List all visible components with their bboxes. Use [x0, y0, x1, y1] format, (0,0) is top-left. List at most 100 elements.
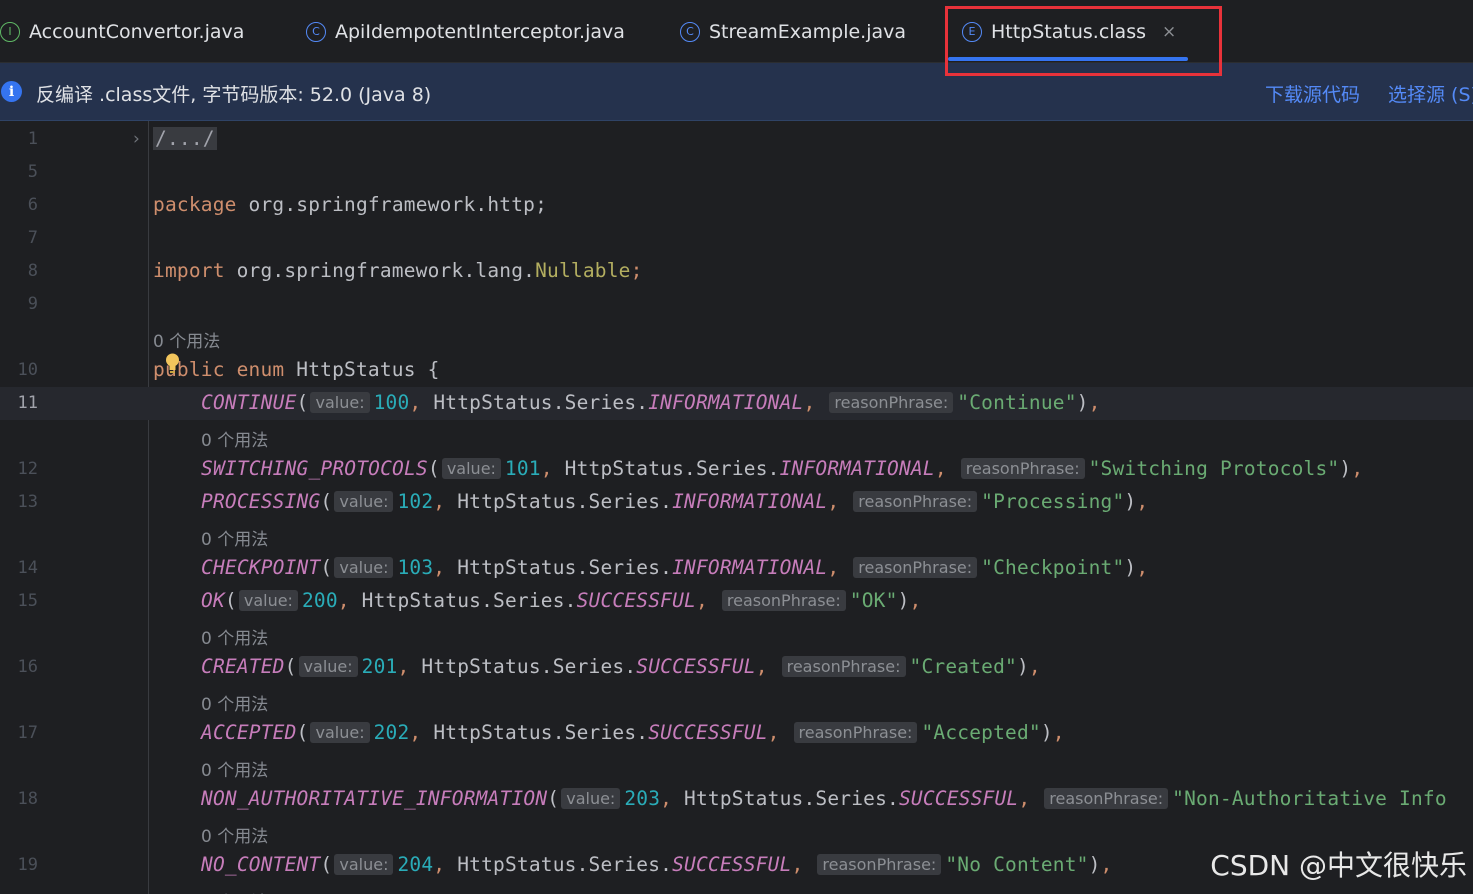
usage-hint[interactable]: 0 个用法 [201, 426, 268, 451]
enum-declaration: HttpStatus { [284, 358, 440, 381]
interface-icon: I [0, 21, 20, 42]
usage-hint-row: 0 个用法 [0, 684, 1473, 717]
close-icon[interactable]: × [1162, 22, 1176, 42]
editor-tab-bar: I AccountConvertor.java C ApiIdempotentI… [0, 0, 1473, 63]
line-number: 17 [17, 723, 38, 743]
tab-label: AccountConvertor.java [29, 20, 245, 43]
usage-hint[interactable]: 0 个用法 [201, 888, 268, 894]
code-line: 13 PROCESSING(value: 102, HttpStatus.Seri… [0, 486, 1473, 519]
code-line: 6 package org.springframework.http; [0, 189, 1473, 222]
folded-region[interactable]: /.../ [153, 127, 217, 150]
tab-stream-example[interactable]: C StreamExample.java [680, 0, 906, 63]
tab-http-status[interactable]: E HttpStatus.class × [962, 0, 1176, 63]
code-line: 18 NON_AUTHORITATIVE_INFORMATION(value: 2… [0, 783, 1473, 816]
code-line: 16 CREATED(value: 201, HttpStatus.Series.… [0, 651, 1473, 684]
choose-source-link[interactable]: 选择源 (S) [1388, 80, 1473, 107]
parameter-hint: reasonPhrase: [960, 458, 1085, 479]
code-line: 10 public enum HttpStatus { [0, 354, 1473, 387]
line-number: 13 [17, 492, 38, 512]
line-number: 8 [27, 261, 38, 281]
parameter-hint: value: [298, 656, 358, 677]
import-class: Nullable [535, 259, 631, 282]
tab-label: ApiIdempotentInterceptor.java [335, 20, 625, 43]
line-number: 18 [17, 789, 38, 809]
enum-entry: NO_CONTENT(value: 204, HttpStatus.Series.… [201, 853, 1113, 876]
code-line: 14 CHECKPOINT(value: 103, HttpStatus.Seri… [0, 552, 1473, 585]
enum-entry: CONTINUE(value: 100, HttpStatus.Series.IN… [201, 391, 1101, 414]
keyword: package [153, 193, 237, 216]
enum-entry: CHECKPOINT(value: 103, HttpStatus.Series.… [201, 556, 1149, 579]
tab-api-idempotent-interceptor[interactable]: C ApiIdempotentInterceptor.java [306, 0, 625, 63]
usage-hint[interactable]: 0 个用法 [201, 624, 268, 649]
parameter-hint: reasonPhrase: [829, 392, 954, 413]
parameter-hint: reasonPhrase: [781, 656, 906, 677]
code-line: 9 [0, 288, 1473, 321]
line-number: 10 [17, 360, 38, 380]
code-line-current: 11 CONTINUE(value: 100, HttpStatus.Series… [0, 387, 1473, 420]
usage-hint-row: 0 个用法 [0, 750, 1473, 783]
parameter-hint: reasonPhrase: [793, 722, 918, 743]
line-number: 5 [27, 162, 38, 182]
tab-label: StreamExample.java [709, 20, 907, 43]
lightbulb-icon[interactable] [165, 353, 180, 375]
line-number: 7 [27, 228, 38, 248]
class-icon: C [306, 21, 326, 42]
enum-entry: ACCEPTED(value: 202, HttpStatus.Series.SU… [201, 721, 1065, 744]
active-tab-indicator [948, 57, 1188, 61]
line-number: 9 [27, 294, 38, 314]
code-editor[interactable]: 1 › /.../ 5 6 package org.springframewor… [0, 121, 1473, 894]
banner-message: 反编译 .class文件, 字节码版本: 52.0 (Java 8) [36, 84, 432, 106]
code-line: 8 import org.springframework.lang.Nullab… [0, 255, 1473, 288]
parameter-hint: value: [310, 392, 370, 413]
usage-hint[interactable]: 0 个用法 [153, 327, 220, 352]
enum-entry: SWITCHING_PROTOCOLS(value: 101, HttpStatu… [201, 457, 1364, 480]
parameter-hint: value: [334, 557, 394, 578]
chevron-right-icon[interactable]: › [133, 129, 140, 149]
line-number: 15 [17, 591, 38, 611]
line-number: 14 [17, 558, 38, 578]
code-line: 1 › /.../ [0, 123, 1473, 156]
parameter-hint: reasonPhrase: [853, 491, 978, 512]
line-number: 11 [17, 393, 38, 413]
tab-account-convertor[interactable]: I AccountConvertor.java [0, 0, 244, 63]
parameter-hint: value: [334, 854, 394, 875]
watermark: CSDN @中文很快乐 [1210, 849, 1467, 882]
download-source-link[interactable]: 下载源代码 [1265, 80, 1360, 107]
code-line: 7 [0, 222, 1473, 255]
enum-icon: E [962, 21, 982, 42]
line-number: 1 [27, 129, 38, 149]
code-line: 12 SWITCHING_PROTOCOLS(value: 101, HttpSt… [0, 453, 1473, 486]
usage-hint-row: 0 个用法 [0, 420, 1473, 453]
code-line: 17 ACCEPTED(value: 202, HttpStatus.Series… [0, 717, 1473, 750]
usage-hint[interactable]: 0 个用法 [201, 525, 268, 550]
enum-entry: NON_AUTHORITATIVE_INFORMATION(value: 203,… [201, 787, 1447, 810]
enum-entry: CREATED(value: 201, HttpStatus.Series.SUC… [201, 655, 1041, 678]
parameter-hint: reasonPhrase: [853, 557, 978, 578]
info-icon: i [1, 81, 22, 102]
line-number: 19 [17, 855, 38, 875]
usage-hint[interactable]: 0 个用法 [201, 822, 268, 847]
parameter-hint: reasonPhrase: [721, 590, 846, 611]
parameter-hint: reasonPhrase: [817, 854, 942, 875]
usage-hint[interactable]: 0 个用法 [201, 690, 268, 715]
code-line: 15 OK(value: 200, HttpStatus.Series.SUCCE… [0, 585, 1473, 618]
line-number: 6 [27, 195, 38, 215]
parameter-hint: reasonPhrase: [1044, 788, 1169, 809]
import-path: org.springframework.lang. [224, 259, 536, 282]
class-icon: C [680, 21, 700, 42]
line-number: 12 [17, 459, 38, 479]
parameter-hint: value: [310, 722, 370, 743]
usage-hint[interactable]: 0 个用法 [201, 756, 268, 781]
tab-label: HttpStatus.class [991, 20, 1146, 43]
parameter-hint: value: [238, 590, 298, 611]
code-line: 5 [0, 156, 1473, 189]
enum-entry: OK(value: 200, HttpStatus.Series.SUCCESSF… [201, 589, 922, 612]
line-number: 16 [17, 657, 38, 677]
usage-hint-row: 0 个用法 [0, 618, 1473, 651]
package-name: org.springframework.http; [236, 193, 548, 216]
usage-hint-row: 0 个用法 [0, 321, 1473, 354]
semicolon: ; [630, 259, 643, 282]
enum-entry: PROCESSING(value: 102, HttpStatus.Series.… [201, 490, 1149, 513]
decompiled-notice-banner: i 反编译 .class文件, 字节码版本: 52.0 (Java 8) 下载源… [0, 63, 1473, 121]
usage-hint-row: 0 个用法 [0, 519, 1473, 552]
